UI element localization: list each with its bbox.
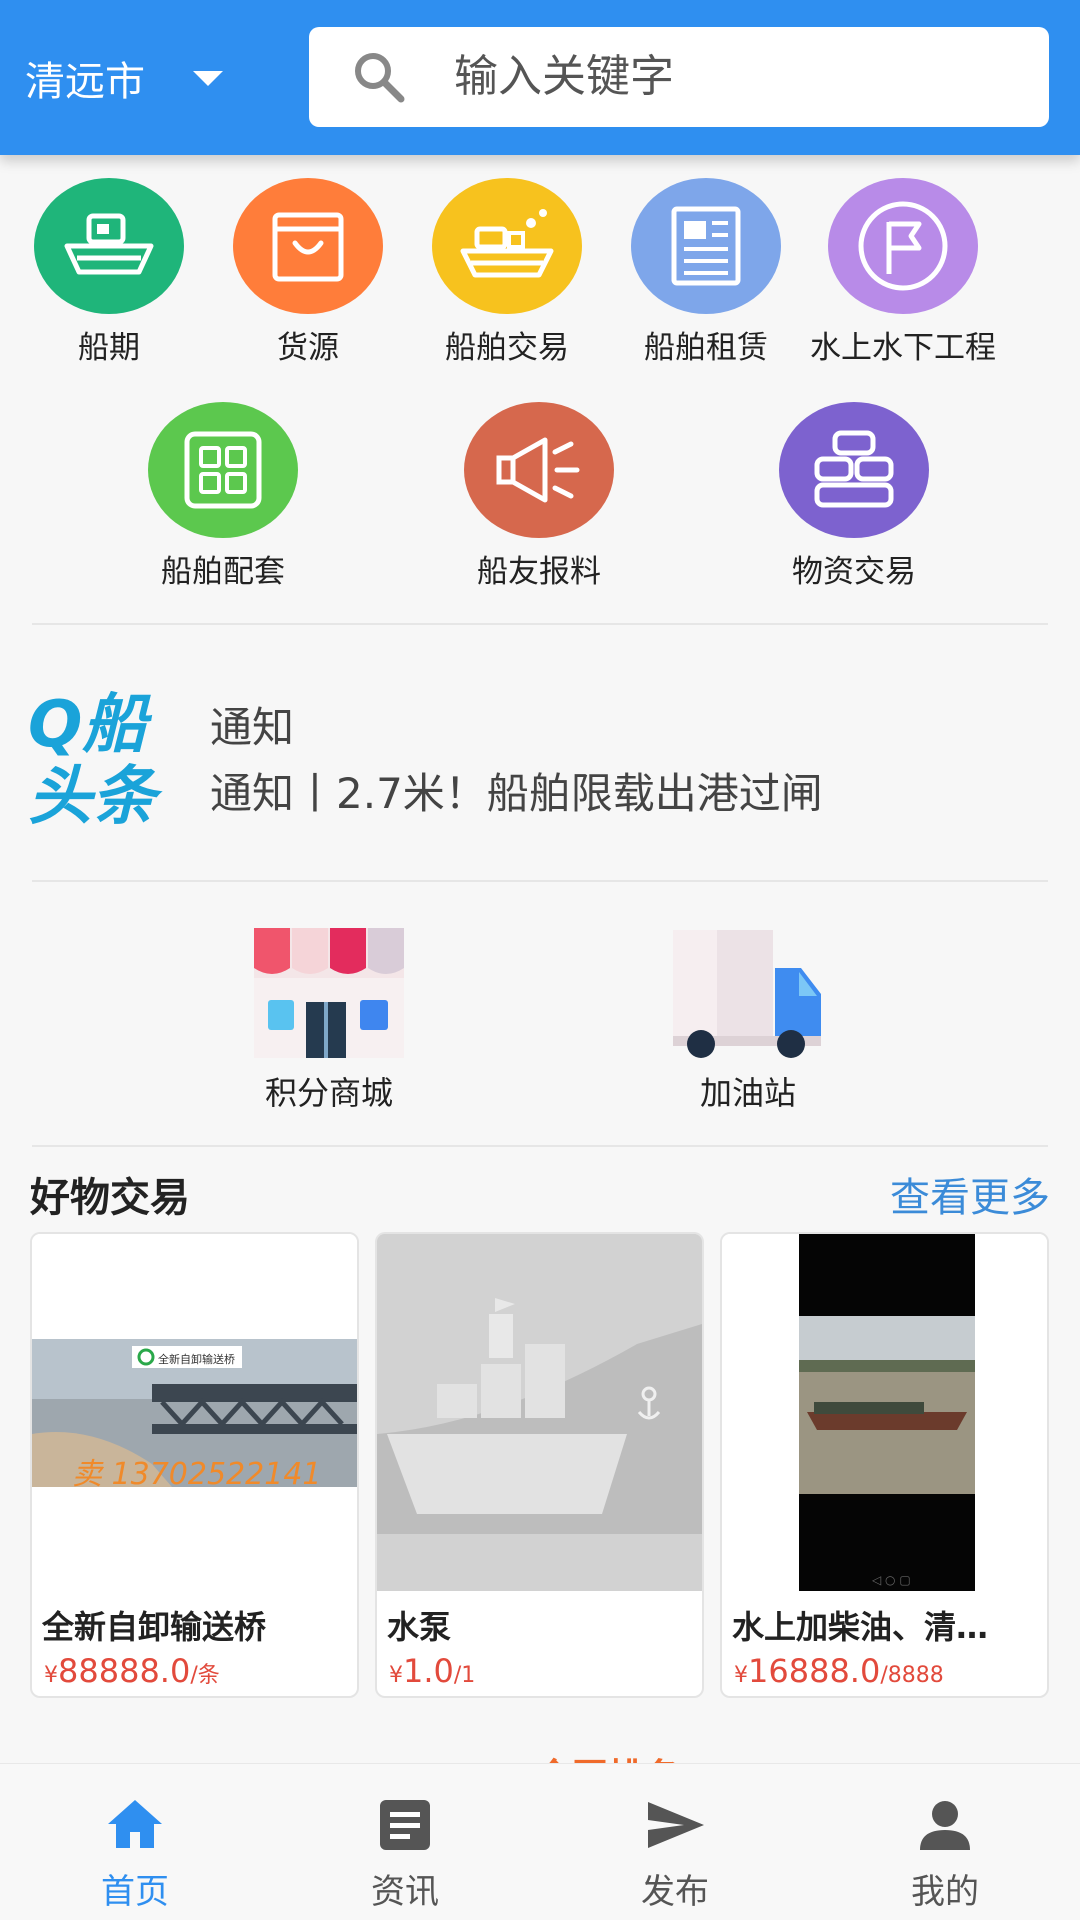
- bottom-navigation: 首页 资讯 发布 我的: [0, 1763, 1080, 1920]
- nav-home[interactable]: 首页: [0, 1764, 270, 1920]
- svg-text:头条: 头条: [28, 760, 163, 828]
- news-icon: [380, 1800, 430, 1850]
- product-price: ¥16888.0/8888: [734, 1652, 944, 1690]
- product-name: 全新自卸输送桥: [42, 1608, 267, 1646]
- category-label: 船期: [78, 330, 140, 366]
- divider: [32, 623, 1048, 625]
- divider: [32, 880, 1048, 882]
- svg-text:卖 13702522141: 卖 13702522141: [72, 1457, 322, 1492]
- city-selector[interactable]: 清远市: [25, 48, 223, 108]
- shop-icon: [254, 928, 404, 1058]
- svg-text:全新自卸输送桥: 全新自卸输送桥: [158, 1352, 235, 1366]
- nav-publish[interactable]: 发布: [540, 1764, 810, 1920]
- category-label: 船舶交易: [445, 330, 569, 366]
- blocks-icon: [779, 402, 929, 538]
- city-label: 清远市: [25, 59, 145, 105]
- points-mall-shortcut[interactable]: 积分商城: [244, 920, 414, 1114]
- svg-text:◁ ○ ▢: ◁ ○ ▢: [871, 1573, 911, 1587]
- document-icon: [631, 178, 781, 314]
- nav-label: 资讯: [371, 1872, 439, 1912]
- category-ship-lease[interactable]: 船舶租赁: [631, 178, 781, 367]
- view-more-link[interactable]: 查看更多: [890, 1165, 1050, 1223]
- megaphone-icon: [464, 402, 614, 538]
- category-ship-trade[interactable]: 船舶交易: [432, 178, 582, 367]
- category-ship-parts[interactable]: 船舶配套: [148, 402, 298, 591]
- category-label: 水上水下工程: [810, 330, 996, 366]
- category-label: 船舶配套: [161, 554, 285, 590]
- svg-text:Q船: Q船: [28, 688, 152, 762]
- divider: [32, 1145, 1048, 1147]
- shortcut-label: 积分商城: [264, 1074, 393, 1112]
- category-cargo-source[interactable]: 货源: [233, 178, 383, 367]
- product-image: 全新自卸输送桥 卖 13702522141: [32, 1234, 357, 1591]
- category-label: 船友报料: [477, 554, 601, 590]
- grid-icon: [148, 402, 298, 538]
- truck-icon: [673, 930, 821, 1058]
- category-material-trade[interactable]: 物资交易: [779, 402, 929, 591]
- category-ship-schedule[interactable]: 船期: [34, 178, 184, 367]
- search-icon: [355, 53, 405, 103]
- nav-label: 首页: [101, 1872, 169, 1912]
- product-name: 水上加柴油、清…: [732, 1608, 989, 1646]
- search-bar[interactable]: 输入关键字: [309, 27, 1049, 127]
- product-image: ◁ ○ ▢: [722, 1234, 1047, 1591]
- headline-item: 通知丨2.7米！船舶限载出港过闸: [210, 769, 823, 818]
- product-price: ¥1.0/1: [389, 1652, 476, 1690]
- shortcut-label: 加油站: [699, 1074, 796, 1112]
- placeholder-ship-image: [377, 1234, 702, 1591]
- category-user-reports[interactable]: 船友报料: [464, 402, 614, 591]
- next-section-title-peek: 全国排名: [530, 1748, 750, 1764]
- nav-label: 发布: [641, 1872, 709, 1912]
- cargo-ship-icon: [34, 178, 184, 314]
- person-icon: [920, 1801, 970, 1850]
- nav-label: 我的: [911, 1872, 979, 1912]
- nav-profile[interactable]: 我的: [810, 1764, 1080, 1920]
- product-name: 水泵: [387, 1608, 452, 1646]
- product-price: ¥88888.0/条: [44, 1652, 220, 1690]
- headlines-logo[interactable]: Q船 头条: [28, 678, 178, 828]
- dropdown-caret-icon: [193, 70, 223, 86]
- product-card[interactable]: 水泵 ¥1.0/1: [375, 1232, 704, 1698]
- shopping-bag-icon: [233, 178, 383, 314]
- category-label: 货源: [277, 330, 339, 366]
- nav-news[interactable]: 资讯: [270, 1764, 540, 1920]
- send-icon: [648, 1802, 704, 1848]
- search-placeholder: 输入关键字: [454, 51, 674, 102]
- headline-list[interactable]: 通知 通知丨2.7米！船舶限载出港过闸: [210, 695, 823, 827]
- product-card[interactable]: ◁ ○ ▢ 水上加柴油、清… ¥16888.0/8888: [720, 1232, 1049, 1698]
- flag-icon: [828, 178, 978, 314]
- trade-ship-icon: [432, 178, 582, 314]
- home-icon: [108, 1800, 162, 1848]
- product-card[interactable]: 全新自卸输送桥 卖 13702522141 全新自卸输送桥 ¥88888.0/条: [30, 1232, 359, 1698]
- category-label: 船舶租赁: [644, 330, 768, 366]
- headline-title: 通知: [210, 703, 295, 752]
- gas-station-shortcut[interactable]: 加油站: [663, 920, 833, 1114]
- top-bar: 清远市 输入关键字: [0, 0, 1080, 155]
- section-title: 好物交易: [30, 1175, 190, 1221]
- category-label: 物资交易: [792, 554, 916, 590]
- category-water-engineering[interactable]: 水上水下工程: [810, 178, 996, 367]
